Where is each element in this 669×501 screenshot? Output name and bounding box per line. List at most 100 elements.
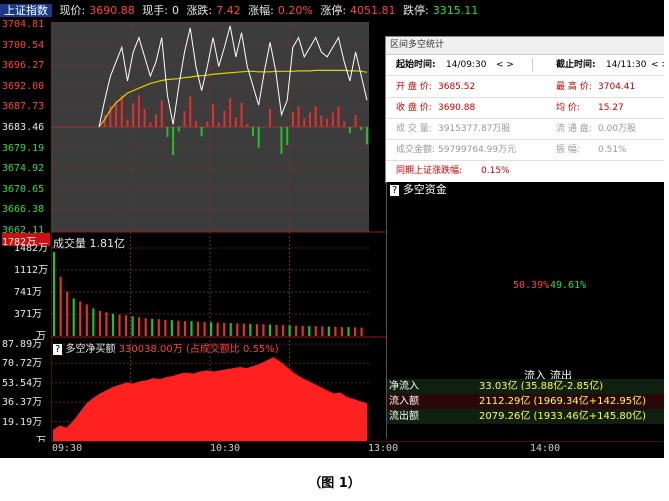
volume-bar: [281, 325, 285, 336]
volume-bar: [105, 312, 108, 336]
strength-bar-up: [126, 119, 129, 127]
strength-bar-up: [314, 106, 317, 127]
strength-bar-down: [360, 127, 363, 130]
volume-bar: [308, 326, 311, 336]
outflow-amount-row: 流出额 2079.26亿 (1933.46亿+145.80亿): [387, 409, 664, 424]
strength-bar-down: [251, 127, 254, 136]
volume-bar: [321, 326, 324, 336]
time-axis-label: 13:00: [368, 443, 399, 454]
volume-bar: [229, 323, 232, 336]
net-inflow-value: 33.03亿 (35.88亿-2.85亿): [479, 381, 604, 392]
volume-bar: [85, 304, 88, 336]
volume-bar: [92, 308, 95, 336]
volume-title: 成交量: [53, 237, 86, 250]
volume-bar: [236, 323, 239, 336]
volume-title-row: 成交量 1.81亿: [53, 235, 125, 251]
strength-bar-up: [343, 121, 346, 127]
volume-bar: [157, 319, 160, 336]
strength-bar-down: [257, 127, 260, 148]
amp-label: 振 幅:: [556, 145, 580, 155]
end-time-label: 截止时间:: [556, 60, 596, 70]
start-time-label: 起始时间:: [396, 60, 436, 70]
strength-bar-up: [115, 101, 118, 127]
vol-value: 3915377.87万股: [438, 124, 511, 134]
figure-caption: （图 1）: [308, 476, 361, 491]
strength-bar-up: [217, 122, 220, 127]
close-label: 收 盘 价:: [396, 103, 432, 113]
volume-bar: [190, 321, 193, 336]
volume-tick-label: 1112万: [14, 265, 49, 276]
strength-bar-up: [269, 108, 272, 127]
vol-float-row: 成 交 量: 3915377.87万股 流 通 盘: 0.00万股: [386, 119, 664, 140]
column-divider: [532, 58, 533, 72]
netbuy-tick-label: 70.72万: [2, 358, 43, 370]
amp-value: 0.51%: [598, 145, 627, 155]
end-time-arrows[interactable]: < >: [651, 55, 664, 75]
volume-bar: [223, 322, 226, 336]
trading-screen: 上证指数 现价: 3690.88 现手: 0 涨跌: 7.42 涨幅: 0.20% 涨停…: [0, 0, 664, 458]
volume-bar: [72, 298, 75, 336]
price-tick-label: 3700.54: [2, 39, 45, 51]
volume-bar: [183, 321, 187, 336]
volume-bar: [177, 320, 180, 336]
same-period-value: 0.15%: [481, 166, 510, 176]
strength-bar-up: [160, 100, 163, 127]
amount-value: 59799764.99万元: [438, 145, 517, 155]
strength-bar-down: [177, 127, 180, 132]
volume-bar: [151, 318, 154, 336]
volume-bar: [124, 315, 128, 336]
window-title: 区间多空统计: [386, 37, 664, 55]
end-time-value[interactable]: 14/11:30: [606, 55, 646, 75]
volume-bar: [131, 316, 134, 336]
strength-bar-down: [286, 127, 289, 145]
volume-bar: [249, 323, 252, 336]
money-flow-panel: ? 多空资金 50.39% 49.61% 流入 流出 净流入 33.03亿 (3…: [386, 182, 664, 438]
netbuy-tick-label: 87.89万: [2, 339, 43, 350]
volume-bar: [353, 327, 357, 336]
start-time-arrows[interactable]: < >: [496, 55, 514, 75]
vol-label: 成 交 量:: [396, 124, 432, 134]
netbuy-value: 330038.00万: [118, 344, 183, 355]
volume-bar: [203, 321, 206, 336]
start-time-value[interactable]: 14/09:30: [446, 55, 486, 75]
float-label: 流 通 盘:: [556, 124, 592, 134]
price-tick-label: 3683.46: [2, 122, 45, 133]
volume-bar: [170, 320, 173, 336]
help-icon[interactable]: ?: [53, 344, 63, 355]
avg-label: 均 价:: [556, 103, 580, 113]
volume-bar: [268, 324, 272, 336]
strength-bar-up: [194, 121, 197, 127]
price-tick-label: 3670.65: [2, 183, 45, 195]
volume-bar: [118, 314, 121, 336]
strength-bar-up: [189, 96, 192, 127]
strength-bar-up: [291, 112, 294, 127]
volume-bar: [79, 301, 82, 336]
same-period-label: 同期上证涨跌幅:: [396, 166, 463, 176]
amount-amp-row: 成交金额: 59799764.99万元 振 幅: 0.51%: [386, 140, 664, 161]
price-tick-label: 3692.00: [2, 80, 45, 92]
amount-label: 成交金额:: [396, 145, 436, 155]
interval-stats-window[interactable]: 区间多空统计 起始时间: 14/09:30 < > 截止时间: 14/11:30…: [385, 36, 664, 183]
volume-bar: [138, 317, 141, 336]
help-icon[interactable]: ?: [390, 185, 400, 196]
volume-bar: [164, 319, 167, 336]
strength-bar-up: [234, 117, 237, 127]
money-flow-title: 多空资金: [402, 183, 447, 196]
strength-bar-down: [348, 127, 351, 134]
netbuy-title-row: ? 多空净买额 330038.00万 (占成交额比 0.55%): [53, 340, 279, 355]
volume-bar: [111, 313, 115, 336]
volume-bar: [210, 322, 213, 336]
time-axis-label: 10:30: [210, 443, 241, 454]
strength-bar-up: [223, 110, 226, 127]
same-period-row: 同期上证涨跌幅: 0.15%: [386, 161, 664, 181]
outflow-amount-value: 2079.26亿 (1933.46亿+145.80亿): [479, 411, 647, 422]
strength-bar-up: [308, 112, 311, 127]
high-label: 最 高 价:: [556, 82, 592, 92]
inflow-amount-row: 流入额 2112.29亿 (1969.34亿+142.95亿): [387, 394, 664, 409]
high-value: 3704.41: [598, 82, 636, 92]
volume-bar: [196, 321, 200, 336]
volume-bar: [144, 318, 147, 336]
price-tick-label: 3679.19: [2, 142, 45, 154]
netbuy-tick-label: 36.37万: [2, 397, 43, 409]
price-tick-label: 3674.92: [2, 163, 45, 175]
